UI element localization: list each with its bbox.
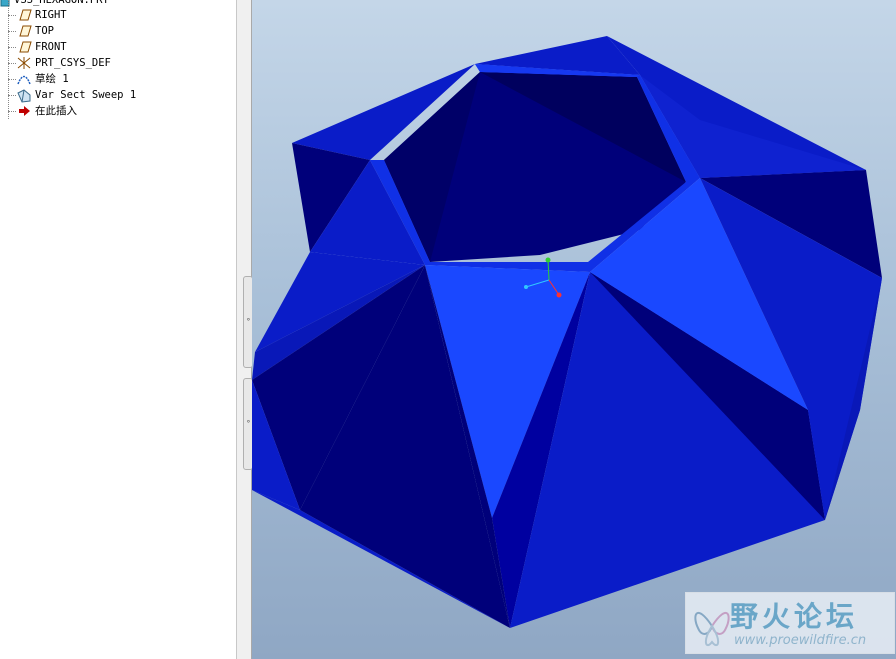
graphics-window[interactable]: 野火论坛 www.proewildfire.cn xyxy=(252,0,896,659)
tree-item-top[interactable]: TOP xyxy=(0,23,236,39)
datum-plane-icon xyxy=(16,25,32,37)
watermark-url: www.proewildfire.cn xyxy=(734,633,867,648)
tree-item-sweep[interactable]: Var Sect Sweep 1 xyxy=(0,87,236,103)
tree-item-csys[interactable]: PRT_CSYS_DEF xyxy=(0,55,236,71)
tree-item-insert-here[interactable]: 在此插入 xyxy=(0,103,236,119)
coordinate-system-icon xyxy=(16,57,32,69)
forum-watermark: 野火论坛 www.proewildfire.cn xyxy=(685,592,895,654)
tree-item-label: Var Sect Sweep 1 xyxy=(35,89,137,101)
datum-plane-icon xyxy=(16,9,32,21)
3d-model-hexagon-sweep[interactable] xyxy=(252,0,896,659)
tree-item-label: FRONT xyxy=(35,41,67,53)
tree-item-front[interactable]: FRONT xyxy=(0,39,236,55)
panel-splitter[interactable]: ° ° xyxy=(236,0,253,659)
insert-here-arrow-icon xyxy=(16,105,32,117)
tree-item-label: PRT_CSYS_DEF xyxy=(35,57,111,69)
datum-plane-icon xyxy=(16,41,32,53)
tree-item-label: RIGHT xyxy=(35,9,67,21)
tree-item-label: TOP xyxy=(35,25,54,37)
tree-item-sketch[interactable]: 草绘 1 xyxy=(0,71,236,87)
var-sect-sweep-icon xyxy=(16,89,32,103)
tree-item-label: 在此插入 xyxy=(35,105,77,117)
butterfly-logo-icon xyxy=(694,611,730,647)
sketch-icon xyxy=(16,73,32,85)
watermark-title: 野火论坛 xyxy=(730,600,859,633)
tree-item-right[interactable]: RIGHT xyxy=(0,7,236,23)
tree-item-label: 草绘 1 xyxy=(35,73,69,85)
model-tree-panel: VSS_HEXAGON.PRT RIGHT TOP FRONT PRT_CSYS… xyxy=(0,0,236,659)
